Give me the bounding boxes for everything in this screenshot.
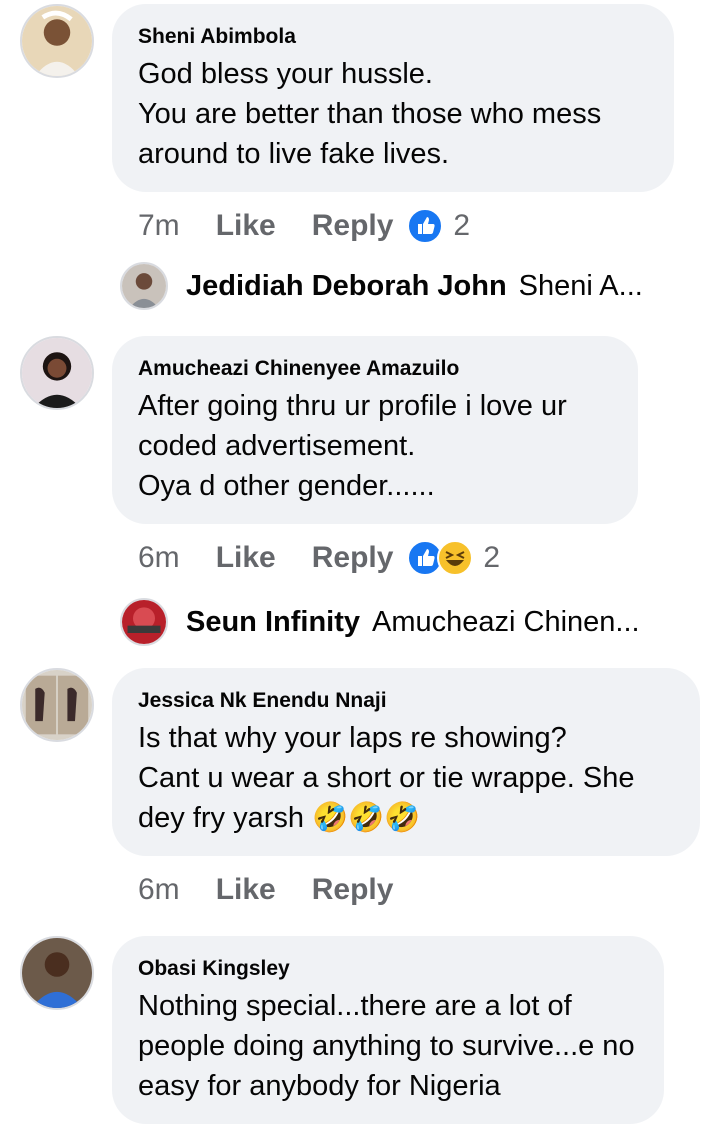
- comment-text: Nothing special...there are a lot of peo…: [138, 990, 635, 1102]
- comment-author[interactable]: Obasi Kingsley: [138, 956, 638, 982]
- comment-author[interactable]: Jessica Nk Enendu Nnaji: [138, 688, 674, 714]
- comment-actions: 6m Like Reply: [138, 870, 429, 910]
- avatar-sheni-abimbola[interactable]: [20, 4, 94, 78]
- reaction-count: 2: [483, 541, 501, 574]
- reply-author[interactable]: Seun Infinity: [186, 606, 360, 639]
- reply-preview-row[interactable]: Seun Infinity Amucheazi Chinen...: [120, 598, 680, 646]
- rolling-laughing-emoji: 🤣: [312, 802, 349, 834]
- reply-preview-row[interactable]: Jedidiah Deborah John Sheni A...: [120, 262, 680, 310]
- comment-bubble: Jessica Nk Enendu Nnaji Is that why your…: [112, 668, 700, 856]
- reply-button[interactable]: Reply: [312, 541, 394, 575]
- reply-button[interactable]: Reply: [312, 209, 394, 243]
- reply-author[interactable]: Jedidiah Deborah John: [186, 270, 507, 303]
- comment-bubble: Sheni Abimbola God bless your hussle. Yo…: [112, 4, 674, 192]
- profile-photo: [22, 670, 92, 740]
- avatar-jessica-nk-enendu-nnaji[interactable]: [20, 668, 94, 742]
- rolling-laughing-emoji: 🤣: [384, 802, 421, 834]
- like-button[interactable]: Like: [216, 541, 276, 575]
- reply-text-preview: Sheni A...: [518, 269, 643, 302]
- comment-actions: 7m Like Reply 2: [138, 206, 470, 246]
- haha-reaction-icon: [437, 540, 474, 576]
- reply-text-preview: Amucheazi Chinen...: [372, 605, 640, 638]
- like-reaction-icon: [407, 208, 444, 244]
- avatar-amucheazi-chinenyee[interactable]: [20, 336, 94, 410]
- comment-time[interactable]: 6m: [138, 541, 180, 575]
- comment-time[interactable]: 7m: [138, 209, 180, 243]
- comment-author[interactable]: Amucheazi Chinenyee Amazuilo: [138, 356, 612, 382]
- comment-text: After going thru ur profile i love ur co…: [138, 390, 567, 502]
- profile-photo: [22, 338, 92, 408]
- reaction-summary[interactable]: 2: [407, 540, 500, 576]
- like-button[interactable]: Like: [216, 873, 276, 907]
- comment-text: Is that why your laps re showing? Cant u…: [138, 718, 674, 838]
- profile-photo: [22, 938, 92, 1008]
- comment-bubble: Amucheazi Chinenyee Amazuilo After going…: [112, 336, 638, 524]
- comment-text: God bless your hussle. You are better th…: [138, 58, 602, 170]
- avatar-jedidiah-deborah-john: [120, 262, 168, 310]
- reply-button[interactable]: Reply: [312, 873, 394, 907]
- avatar-seun-infinity: [120, 598, 168, 646]
- reaction-count: 2: [453, 209, 471, 242]
- comment-actions: 6m Like Reply 2: [138, 538, 500, 578]
- comment-time[interactable]: 6m: [138, 873, 180, 907]
- rolling-laughing-emoji: 🤣: [348, 802, 385, 834]
- comment-author[interactable]: Sheni Abimbola: [138, 24, 648, 50]
- profile-photo: [22, 6, 92, 76]
- reaction-summary[interactable]: 2: [407, 208, 470, 244]
- avatar-obasi-kingsley[interactable]: [20, 936, 94, 1010]
- like-button[interactable]: Like: [216, 209, 276, 243]
- comment-bubble: Obasi Kingsley Nothing special...there a…: [112, 936, 664, 1124]
